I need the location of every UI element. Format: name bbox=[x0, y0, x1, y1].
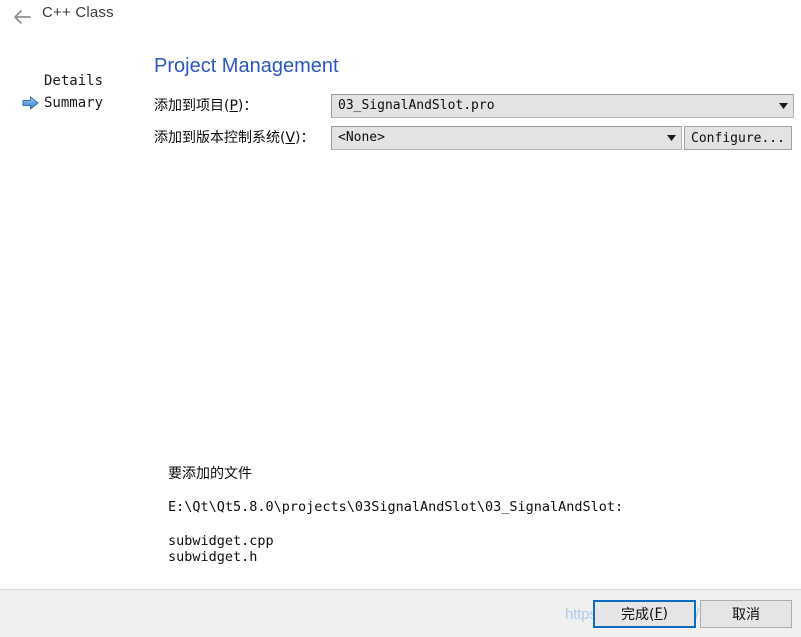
add-to-project-label: 添加到项目(P)： bbox=[154, 94, 257, 118]
wizard-title: C++ Class bbox=[42, 4, 114, 21]
step-item-details[interactable]: Details bbox=[0, 70, 140, 92]
add-to-project-value: 03_SignalAndSlot.pro bbox=[338, 98, 495, 113]
wizard-header: C++ Class bbox=[0, 0, 801, 34]
add-to-project-row: 添加到项目(P)： 03_SignalAndSlot.pro bbox=[154, 94, 794, 118]
label-text-prefix: 添加到版本控制系统( bbox=[154, 130, 286, 146]
page-title: Project Management bbox=[154, 55, 339, 77]
label-text-prefix: 添加到项目( bbox=[154, 98, 230, 114]
step-item-summary[interactable]: Summary bbox=[0, 92, 140, 114]
finish-label-prefix: 完成( bbox=[621, 607, 655, 623]
add-to-vcs-value: <None> bbox=[338, 130, 385, 145]
chevron-down-icon[interactable] bbox=[661, 135, 681, 141]
step-item-label: Details bbox=[44, 73, 104, 89]
chevron-down-icon[interactable] bbox=[773, 103, 793, 109]
files-to-add-heading: 要添加的文件 bbox=[168, 466, 252, 482]
label-text-suffix: )： bbox=[237, 98, 258, 114]
configure-button[interactable]: Configure... bbox=[684, 126, 792, 150]
wizard-step-list: Details Summary bbox=[0, 70, 140, 114]
finish-label-mnemonic: F bbox=[654, 606, 663, 622]
right-arrow-icon bbox=[22, 96, 39, 110]
finish-label-suffix: ) bbox=[662, 606, 668, 622]
finish-button[interactable]: 完成(F) bbox=[593, 600, 696, 628]
label-text-suffix: )： bbox=[295, 130, 315, 146]
add-to-vcs-row: 添加到版本控制系统(V)： <None> Configure... bbox=[154, 126, 794, 150]
list-item: subwidget.h bbox=[168, 549, 258, 565]
cancel-button[interactable]: 取消 bbox=[700, 600, 792, 628]
label-mnemonic: P bbox=[229, 98, 238, 114]
add-to-project-combobox[interactable]: 03_SignalAndSlot.pro bbox=[331, 94, 794, 118]
add-to-vcs-label: 添加到版本控制系统(V)： bbox=[154, 126, 315, 150]
list-item: subwidget.cpp bbox=[168, 533, 274, 549]
files-to-add-path: E:\Qt\Qt5.8.0\projects\03SignalAndSlot\0… bbox=[168, 499, 624, 515]
files-to-add-summary: 要添加的文件 E:\Qt\Qt5.8.0\projects\03SignalAn… bbox=[168, 463, 768, 565]
add-to-vcs-combobox[interactable]: <None> bbox=[331, 126, 682, 150]
label-mnemonic: V bbox=[285, 130, 296, 146]
step-item-label: Summary bbox=[44, 95, 104, 111]
back-arrow-icon[interactable] bbox=[10, 5, 34, 29]
